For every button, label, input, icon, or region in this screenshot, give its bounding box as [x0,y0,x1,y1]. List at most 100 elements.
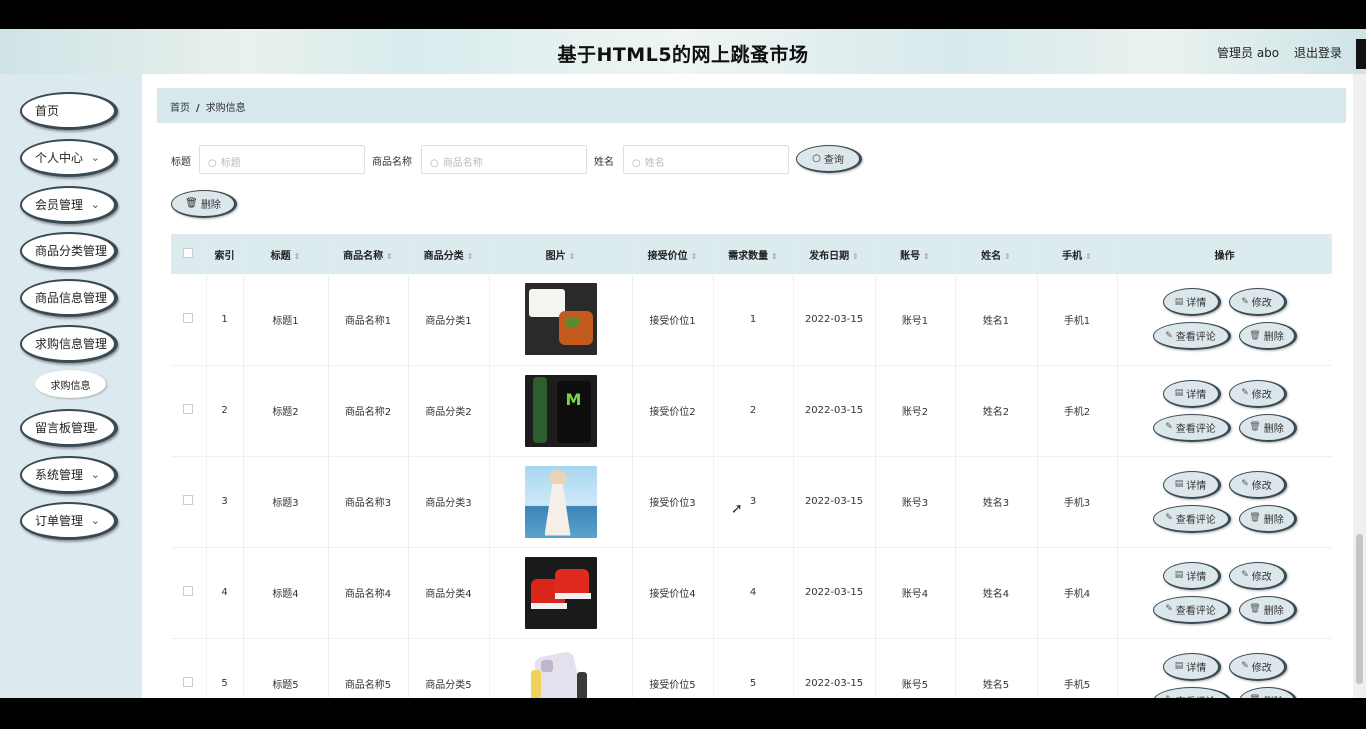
row-checkbox[interactable] [183,495,194,505]
pencil-icon: ✎ [1165,330,1173,341]
chevron-down-icon: ⌄ [90,514,100,527]
title-search-input[interactable]: ○ 标题 [199,145,365,174]
edit-button[interactable]: ✎ 修改 [1228,561,1287,590]
row-checkbox[interactable] [183,677,194,687]
view-comments-button[interactable]: ✎查看评论 [1152,413,1231,442]
cell-price: 接受价位2 [632,365,714,457]
col-person[interactable]: 姓名 ⇕ [955,234,1038,274]
cell-title: 标题5 [243,638,329,698]
search-icon: ○ [430,158,439,169]
cell-phone: 手机5 [1037,638,1118,698]
col-image[interactable]: 图片 ⇕ [489,234,633,274]
bulk-delete-button[interactable]: 🗑 删除 [171,190,237,218]
row-checkbox[interactable] [183,404,194,414]
pencil-icon: ✎ [1241,388,1249,398]
view-comments-button[interactable]: ✎查看评论 [1152,595,1231,624]
sidebar-item-system[interactable]: 系统管理 ⌄ [20,456,118,494]
logout-link[interactable]: 退出登录 [1294,44,1342,61]
sidebar-item-personal-center[interactable]: 个人中心 ⌄ [20,139,118,177]
delete-button[interactable]: 🗑删除 [1238,504,1297,533]
breadcrumb-home[interactable]: 首页 [170,103,190,114]
name-filter-label: 商品名称 [372,157,412,168]
row-select-cell[interactable] [171,638,207,698]
row-select-cell[interactable] [171,547,207,639]
search-icon: ○ [632,158,641,169]
col-price[interactable]: 接受价位 ⇕ [632,234,714,274]
cell-title: 标题3 [243,456,329,548]
admin-label: 管理员 abo [1217,46,1280,60]
sidebar-item-messages[interactable]: 留言板管理 ⌄ [20,409,118,447]
delete-button[interactable]: 🗑删除 [1238,322,1297,351]
detail-button[interactable]: ▤ 详情 [1162,470,1221,499]
edit-button[interactable]: ✎ 修改 [1228,652,1287,681]
col-phone[interactable]: 手机 ⇕ [1037,234,1118,274]
title-placeholder: 标题 [220,158,241,169]
person-search-input[interactable]: ○ 姓名 [623,145,789,174]
row-checkbox[interactable] [183,312,194,323]
delete-button[interactable]: 🗑删除 [1238,413,1297,442]
edit-button[interactable]: ✎ 修改 [1228,470,1287,499]
edit-button[interactable]: ✎ 修改 [1228,379,1287,408]
chevron-down-icon: ⌄ [90,421,100,434]
scrollbar-thumb[interactable] [1356,534,1363,684]
food-photo[interactable] [524,283,597,356]
drink-can-photo[interactable]: M [524,374,597,447]
sidebar-item-label: 首页 [35,104,60,118]
sidebar-item-home[interactable]: 首页 [20,92,118,130]
col-category[interactable]: 商品分类 ⇕ [408,234,490,274]
row-select-cell[interactable] [171,365,207,457]
sort-icon: ⇕ [852,251,859,261]
app-title: 基于HTML5的网上跳蚤市场 [557,44,809,66]
sidebar-item-category[interactable]: 商品分类管理 [20,232,118,270]
sidebar-subitem-wanted-info[interactable]: 求购信息 [35,370,106,398]
search-icon: ○ [812,153,821,164]
breadcrumb-current: 求购信息 [205,103,246,114]
select-all-checkbox[interactable] [183,247,194,258]
select-all-cell[interactable] [171,234,207,274]
cell-person: 姓名3 [955,456,1038,548]
cell-actions: ▤详情✎修改 ✎查看评论🗑删除 [1117,365,1332,457]
detail-button[interactable]: ▤ 详情 [1162,288,1221,317]
pencil-icon: ✎ [1165,604,1173,614]
delete-button[interactable]: 🗑删除 [1238,686,1297,698]
bottom-black-bar [0,698,1366,729]
view-comments-button[interactable]: ✎查看评论 [1152,686,1231,698]
page-scrollbar[interactable] [1353,74,1366,698]
header: 基于HTML5的网上跳蚤市场 管理员 abo 退出登录 [0,29,1366,74]
cell-category: 商品分类4 [408,547,490,639]
detail-button[interactable]: ▤ 详情 [1162,652,1221,681]
document-icon: ▤ [1174,479,1184,489]
col-date[interactable]: 发布日期 ⇕ [793,234,876,274]
search-form: 标题 ○ 标题 商品名称 ○ 商品名称 姓名 ○ 姓名 ○ 查询 [171,145,891,174]
sort-icon: ⇕ [771,251,778,261]
goods-name-search-input[interactable]: ○ 商品名称 [421,145,587,174]
phone-photo[interactable] [524,647,597,698]
row-select-cell[interactable] [171,456,207,548]
col-goods-name[interactable]: 商品名称 ⇕ [328,234,409,274]
sidebar-item-wanted[interactable]: 求购信息管理 [20,325,118,363]
table-row: 3 标题3 商品名称3 商品分类3 接受价位3 3 2022-03-15 账号3 姓名3 手机3 ▤… [171,456,1332,548]
detail-button[interactable]: ▤ 详情 [1162,379,1221,408]
view-comments-button[interactable]: ✎查看评论 [1152,504,1231,533]
col-title[interactable]: 标题 ⇕ [243,234,329,274]
view-comments-button[interactable]: ✎查看评论 [1152,322,1231,351]
chevron-down-icon: ⌄ [90,151,100,164]
sidebar-item-goods[interactable]: 商品信息管理 [20,279,118,317]
cell-category: 商品分类1 [408,274,490,366]
row-select-cell[interactable] [171,274,207,366]
col-account[interactable]: 账号 ⇕ [875,234,956,274]
sidebar-item-members[interactable]: 会员管理 ⌄ [20,186,118,224]
pencil-icon: ✎ [1165,422,1173,432]
sneakers-photo[interactable] [524,556,597,629]
trash-icon: 🗑 [1249,330,1261,341]
edit-button[interactable]: ✎ 修改 [1228,288,1287,317]
col-qty[interactable]: 需求数量 ⇕ [713,234,794,274]
sidebar-item-orders[interactable]: 订单管理 ⌄ [20,502,118,540]
sort-icon: ⇕ [1004,251,1011,261]
dress-photo[interactable] [524,465,597,538]
detail-button[interactable]: ▤ 详情 [1162,561,1221,590]
sidebar-item-label: 求购信息管理 [35,337,108,351]
query-button[interactable]: ○ 查询 [796,145,862,173]
delete-button[interactable]: 🗑删除 [1238,595,1297,624]
row-checkbox[interactable] [183,586,194,596]
